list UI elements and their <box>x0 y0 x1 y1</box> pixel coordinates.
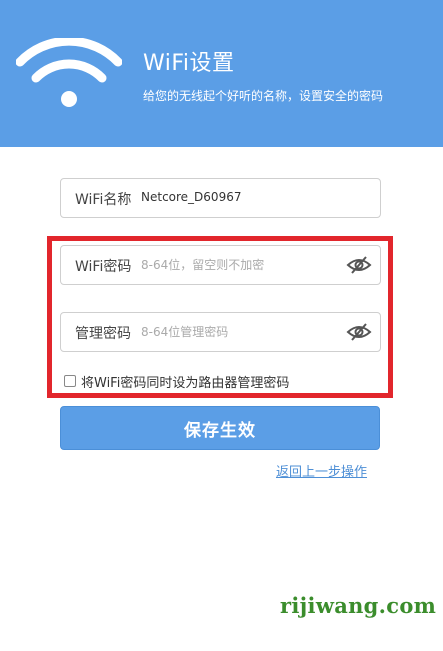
wifi-icon <box>16 38 122 107</box>
highlight-box <box>47 236 393 398</box>
watermark: rijiwang.com <box>280 593 437 618</box>
wifi-name-value[interactable]: Netcore_D60967 <box>141 190 341 204</box>
back-link[interactable]: 返回上一步操作 <box>276 461 367 480</box>
save-button[interactable]: 保存生效 <box>60 406 380 450</box>
wifi-name-field[interactable]: WiFi名称 Netcore_D60967 <box>60 178 381 218</box>
header-banner: WiFi设置 给您的无线起个好听的名称，设置安全的密码 <box>0 0 443 147</box>
page-subtitle: 给您的无线起个好听的名称，设置安全的密码 <box>143 89 384 103</box>
wifi-name-label: WiFi名称 <box>75 192 132 208</box>
page-title: WiFi设置 <box>143 51 235 76</box>
